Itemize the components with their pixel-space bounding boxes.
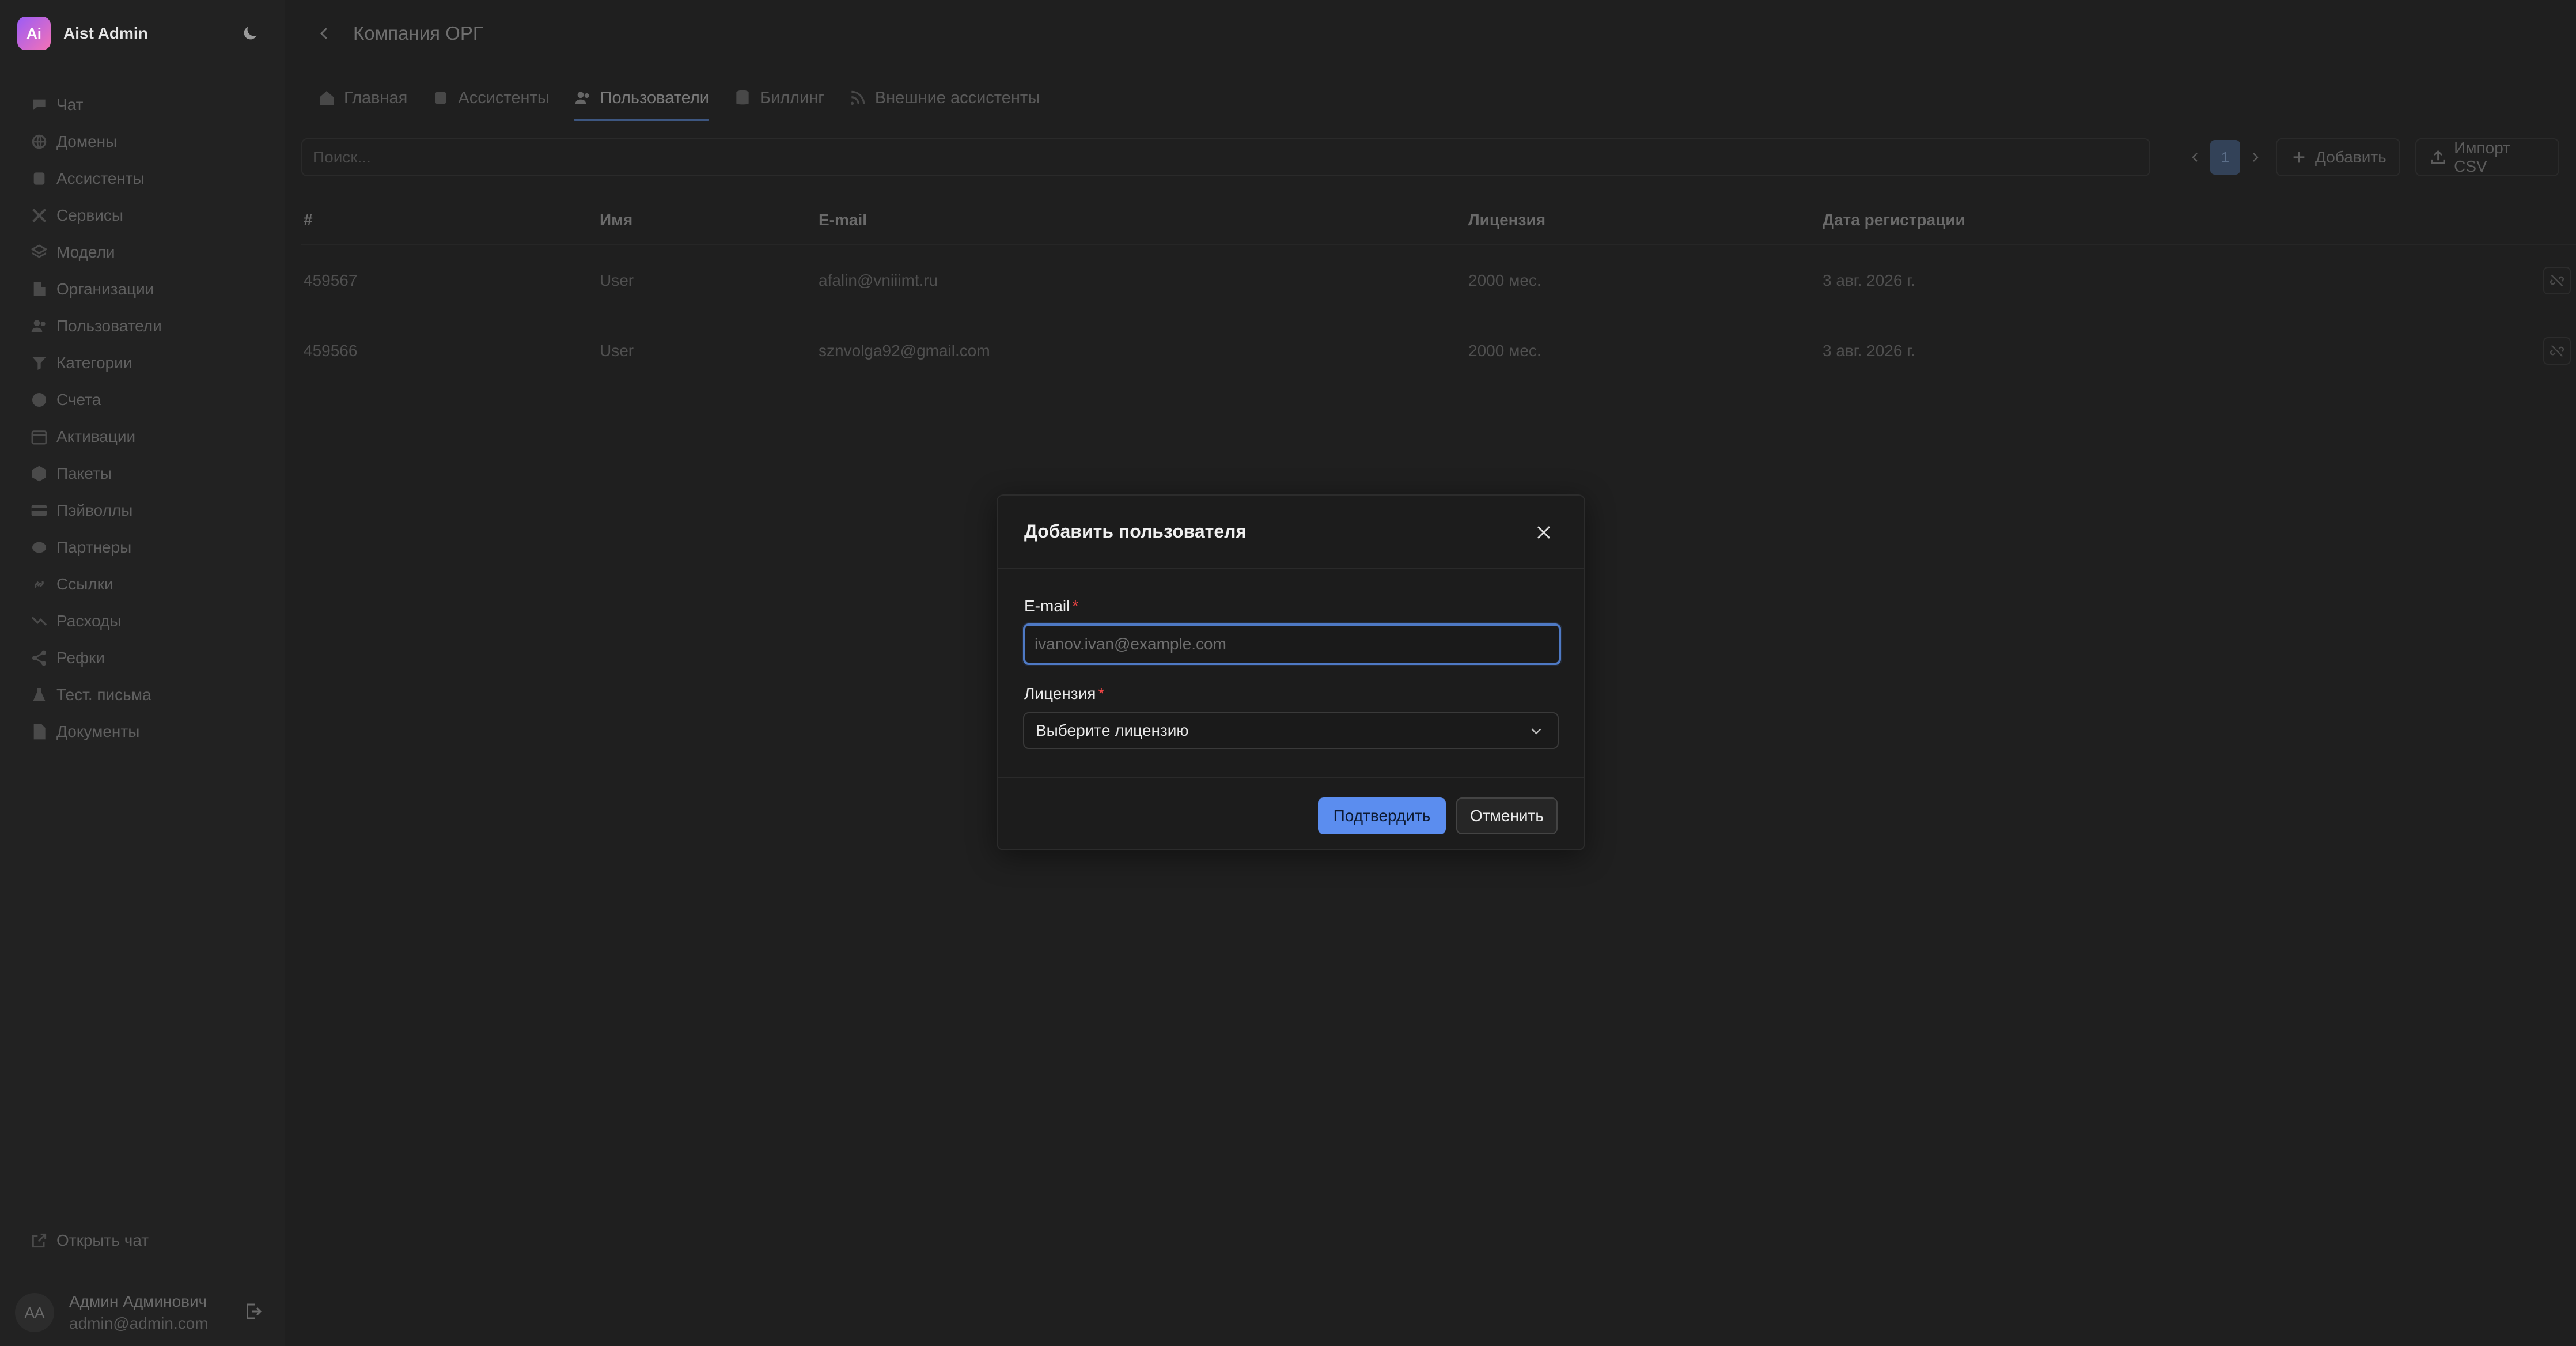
- chevron-down-icon: [1531, 728, 1541, 735]
- email-field[interactable]: [1023, 623, 1561, 665]
- email-label-text: E-mail: [1024, 597, 1070, 615]
- app-root: Ai Aist Admin Чат Домены Ассистенты Серв…: [0, 0, 2576, 1346]
- add-user-dialog: Добавить пользователя E-mail* Лицензия* …: [997, 494, 1585, 850]
- dialog-footer: Подтвердить Отменить: [998, 777, 1584, 852]
- close-icon: [1537, 526, 1550, 539]
- close-dialog-button[interactable]: [1531, 520, 1556, 545]
- cancel-button[interactable]: Отменить: [1456, 797, 1558, 834]
- confirm-button[interactable]: Подтвердить: [1318, 797, 1446, 834]
- license-select-value: Выберите лицензию: [1036, 721, 1189, 739]
- required-mark: *: [1098, 685, 1105, 702]
- license-select[interactable]: Выберите лицензию: [1023, 712, 1559, 749]
- dialog-header: Добавить пользователя: [998, 496, 1584, 569]
- email-field-label: E-mail *: [1024, 597, 1078, 615]
- dialog-title: Добавить пользователя: [1024, 521, 1247, 542]
- required-mark: *: [1072, 597, 1079, 615]
- license-label-text: Лицензия: [1024, 685, 1096, 702]
- license-field-label: Лицензия *: [1024, 685, 1104, 703]
